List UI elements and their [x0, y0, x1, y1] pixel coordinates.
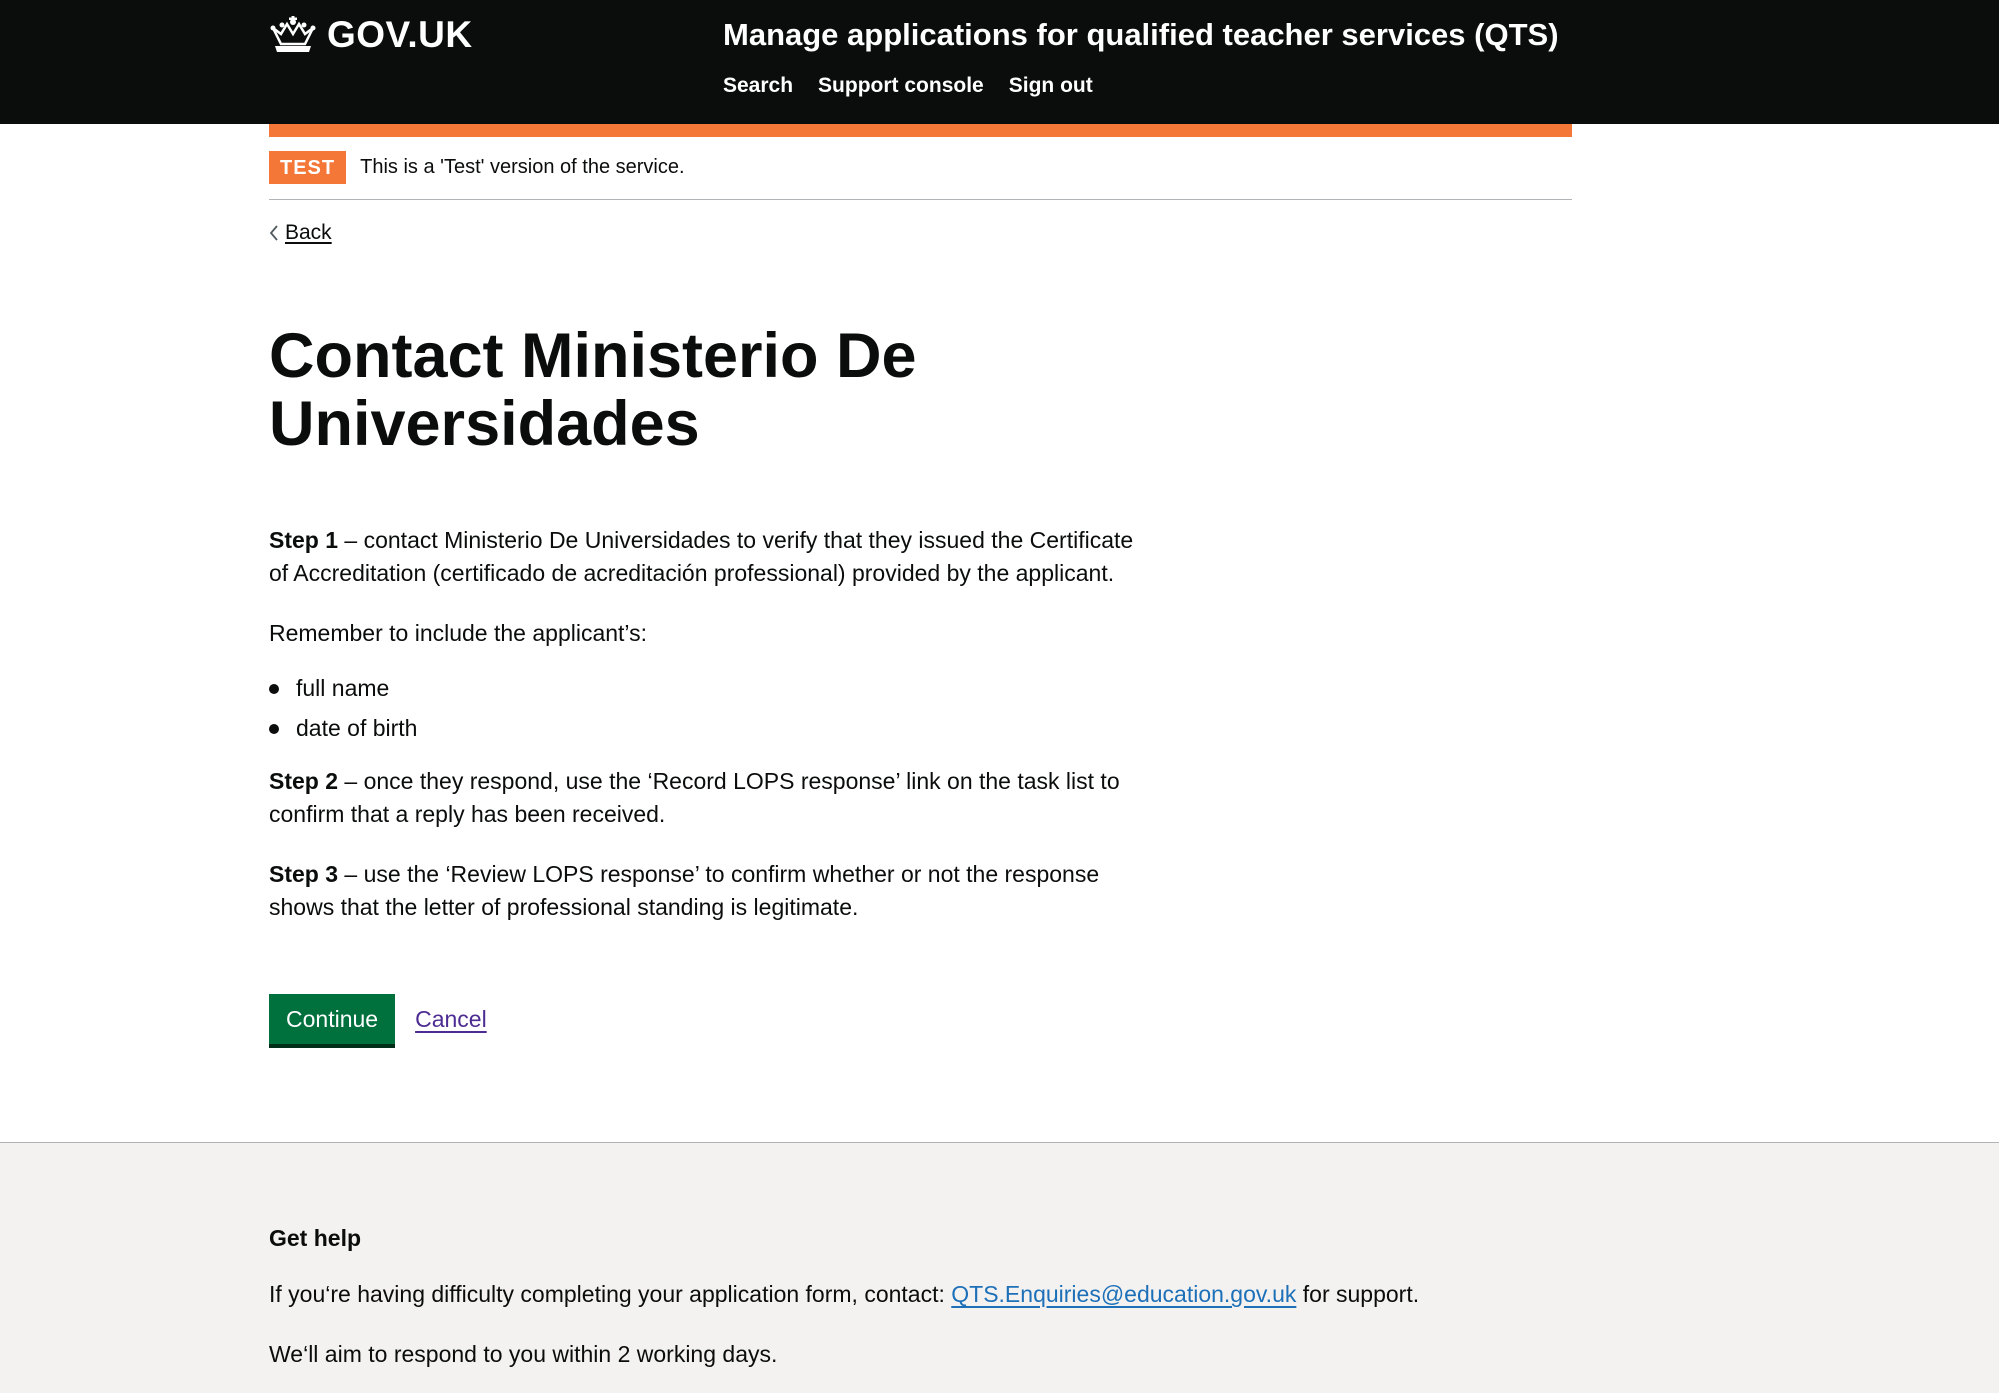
site-footer: Get help If you‘re having difficulty com…	[0, 1142, 1999, 1393]
list-item-text: date of birth	[296, 715, 418, 741]
phase-accent-bar	[269, 124, 1572, 137]
step-1-text: – contact Ministerio De Universidades to…	[269, 527, 1134, 586]
instructions: Step 1 – contact Ministerio De Universid…	[269, 524, 1139, 951]
step-2-paragraph: Step 2 – once they respond, use the ‘Rec…	[269, 765, 1139, 831]
step-2-text: – once they respond, use the ‘Record LOP…	[269, 768, 1120, 827]
govuk-logo-link[interactable]: GOV.UK	[269, 12, 473, 58]
bullet-icon	[269, 684, 279, 694]
continue-button[interactable]: Continue	[269, 994, 396, 1044]
nav-search-link[interactable]: Search	[723, 74, 793, 98]
step-3-label: Step 3	[269, 861, 339, 887]
step-1-label: Step 1	[269, 527, 339, 553]
step-2-label: Step 2	[269, 768, 339, 794]
list-item: full name	[269, 672, 1139, 705]
step-3-paragraph: Step 3 – use the ‘Review LOPS response’ …	[269, 858, 1139, 924]
page-title: Contact Ministerio De Universidades	[269, 321, 917, 459]
nav-sign-out-link[interactable]: Sign out	[1009, 74, 1093, 98]
nav-support-console-link[interactable]: Support console	[818, 74, 984, 98]
step-3-text: – use the ‘Review LOPS response’ to conf…	[269, 861, 1100, 920]
service-name-link[interactable]: Manage applications for qualified teache…	[723, 12, 1559, 58]
remember-text: Remember to include the applicant’s:	[269, 620, 648, 646]
crown-icon	[270, 16, 316, 52]
list-item-text: full name	[296, 675, 390, 701]
phase-tag: TEST	[269, 151, 347, 184]
bullet-icon	[269, 724, 279, 734]
form-actions: Continue Cancel	[269, 994, 487, 1044]
help-prefix: If you‘re having difficulty completing y…	[269, 1281, 952, 1307]
chevron-left-icon	[269, 225, 278, 241]
response-time-text: We‘ll aim to respond to you within 2 wor…	[269, 1341, 778, 1367]
help-suffix: for support.	[1296, 1281, 1420, 1307]
step-1-paragraph: Step 1 – contact Ministerio De Universid…	[269, 524, 1139, 590]
logo-text: GOV.UK	[327, 14, 473, 55]
footer-heading: Get help	[269, 1225, 362, 1251]
list-item: date of birth	[269, 712, 1139, 745]
help-text: If you‘re having difficulty completing y…	[269, 1281, 1419, 1308]
header-navigation: Search Support console Sign out	[723, 74, 1093, 98]
cancel-link[interactable]: Cancel	[415, 1006, 487, 1033]
phase-banner-text: This is a 'Test' version of the service.	[360, 156, 685, 178]
site-header: GOV.UK Manage applications for qualified…	[0, 0, 1999, 124]
phase-banner: TEST This is a 'Test' version of the ser…	[269, 151, 1572, 200]
bullet-list: full name date of birth	[269, 672, 1139, 745]
support-email-link[interactable]: QTS.Enquiries@education.gov.uk	[951, 1281, 1296, 1307]
back-link[interactable]: Back	[269, 221, 332, 245]
back-link-label: Back	[285, 221, 332, 244]
